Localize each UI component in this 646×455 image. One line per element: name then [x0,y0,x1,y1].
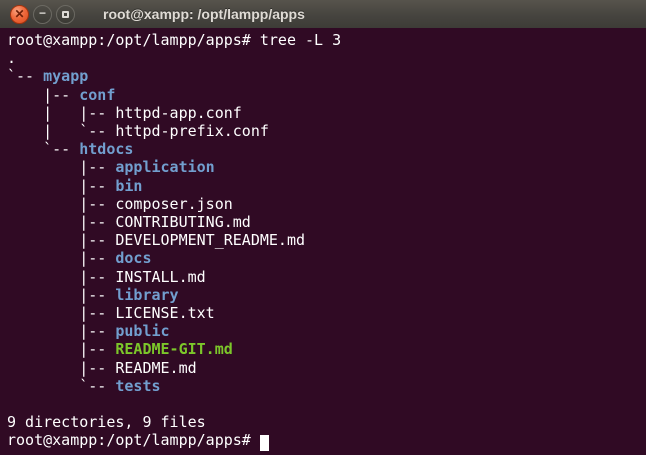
terminal-text: `-- [7,377,115,395]
terminal-line: |-- docs [7,249,646,267]
terminal-line: | |-- httpd-app.conf [7,104,646,122]
close-icon: ✕ [14,8,24,20]
terminal-text: |-- [7,286,115,304]
maximize-button[interactable] [56,5,75,24]
terminal-line: . [7,49,646,67]
directory-name: application [115,158,214,176]
terminal-line [7,395,646,413]
terminal-line: `-- htdocs [7,140,646,158]
terminal-line: | `-- httpd-prefix.conf [7,122,646,140]
terminal-text: |-- [7,322,115,340]
terminal-text: |-- LICENSE.txt [7,304,215,322]
directory-name: bin [115,177,142,195]
terminal-text: |-- [7,158,115,176]
terminal-line: `-- tests [7,377,646,395]
directory-name: myapp [43,67,88,85]
directory-name: public [115,322,169,340]
terminal-text: |-- README.md [7,359,197,377]
terminal-line: 9 directories, 9 files [7,413,646,431]
terminal-line: |-- application [7,158,646,176]
terminal-text: | `-- httpd-prefix.conf [7,122,269,140]
terminal-line: |-- public [7,322,646,340]
directory-name: conf [79,86,115,104]
terminal-line: root@xampp:/opt/lampp/apps# [7,431,646,449]
minimize-icon: − [39,7,46,19]
terminal-text: root@xampp:/opt/lampp/apps# [7,431,260,449]
terminal-text: |-- DEVELOPMENT_README.md [7,231,305,249]
terminal-text: root@xampp:/opt/lampp/apps# tree -L 3 [7,31,341,49]
terminal-line: |-- CONTRIBUTING.md [7,213,646,231]
terminal-text: `-- [7,140,79,158]
terminal-line: |-- INSTALL.md [7,268,646,286]
executable-file-name: README-GIT.md [115,340,232,358]
terminal-text: |-- composer.json [7,195,233,213]
directory-name: htdocs [79,140,133,158]
terminal-text: |-- [7,340,115,358]
terminal-window: ✕ − root@xampp: /opt/lampp/apps root@xam… [0,0,646,455]
window-title: root@xampp: /opt/lampp/apps [103,6,305,22]
terminal-line: `-- myapp [7,67,646,85]
directory-name: library [115,286,178,304]
maximize-icon [62,11,69,18]
terminal-text: `-- [7,67,43,85]
terminal-line: |-- bin [7,177,646,195]
close-button[interactable]: ✕ [10,5,29,24]
terminal-line: |-- conf [7,86,646,104]
terminal-line: |-- README-GIT.md [7,340,646,358]
directory-name: tests [115,377,160,395]
terminal-text: 9 directories, 9 files [7,413,206,431]
terminal-text: . [7,49,16,67]
terminal-line: |-- composer.json [7,195,646,213]
terminal-screen[interactable]: root@xampp:/opt/lampp/apps# tree -L 3.`-… [0,28,646,455]
terminal-text: |-- [7,86,79,104]
minimize-button[interactable]: − [33,5,52,24]
terminal-text: |-- CONTRIBUTING.md [7,213,251,231]
terminal-text: |-- [7,177,115,195]
terminal-cursor [260,435,269,451]
terminal-text: |-- [7,249,115,267]
terminal-line: |-- DEVELOPMENT_README.md [7,231,646,249]
titlebar[interactable]: ✕ − root@xampp: /opt/lampp/apps [0,0,646,28]
directory-name: docs [115,249,151,267]
terminal-line: root@xampp:/opt/lampp/apps# tree -L 3 [7,31,646,49]
terminal-text: | |-- httpd-app.conf [7,104,242,122]
terminal-line: |-- README.md [7,359,646,377]
terminal-line: |-- library [7,286,646,304]
terminal-line: |-- LICENSE.txt [7,304,646,322]
terminal-text: |-- INSTALL.md [7,268,206,286]
